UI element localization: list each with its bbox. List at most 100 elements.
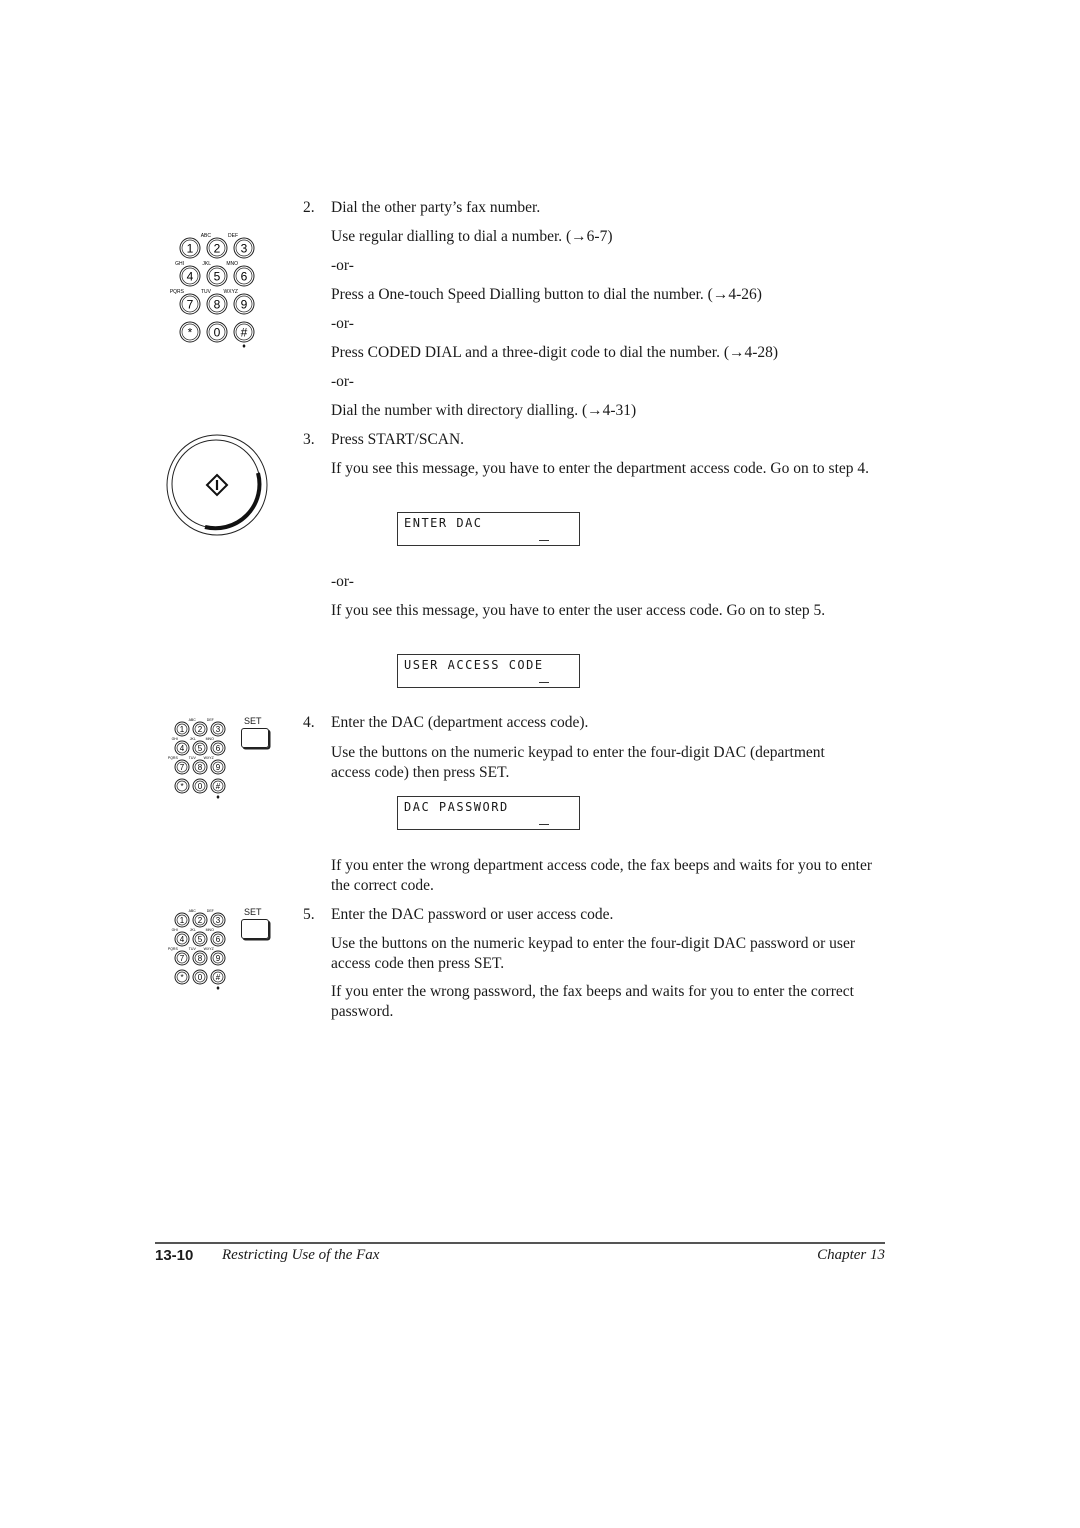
key-label: 8 — [214, 297, 221, 311]
key-label: 0 — [198, 973, 203, 982]
keypad-key-hash: # — [233, 321, 255, 343]
key-label: 1 — [180, 916, 185, 925]
keypad-illustration-small-2: 1 2ABC3DEF4GHI5JKL6MNO7PQRS8TUV9WXYZ* 0 # — [168, 909, 226, 990]
lcd-display: USER ACCESS CODE — [397, 654, 580, 688]
key-letters: WXYZ — [204, 756, 215, 760]
lcd-cursor — [539, 682, 549, 683]
key-label: 3 — [216, 916, 221, 925]
keypad-key-9: 9WXYZ — [224, 289, 255, 315]
paragraph: Press a One-touch Speed Dialling button … — [331, 286, 762, 303]
key-label: # — [216, 973, 221, 982]
keypad-key-6: 6MNO — [206, 928, 226, 947]
keypad-key-hash: # — [210, 778, 226, 794]
lcd-cursor — [539, 540, 549, 541]
key-label: 9 — [216, 954, 221, 963]
keypad-key-4: 4GHI — [172, 737, 190, 756]
key-label: 2 — [214, 241, 221, 255]
or-separator: -or- — [331, 315, 354, 332]
key-label: 4 — [180, 935, 185, 944]
key-label: 9 — [241, 297, 248, 311]
key-label: 2 — [198, 916, 203, 925]
key-letters: PQRS — [168, 947, 179, 951]
key-label: 7 — [180, 954, 185, 963]
key-letters: TUV — [201, 289, 212, 295]
paragraph: Dial the number with directory dialling.… — [331, 402, 637, 419]
chapter-label: Chapter 13 — [817, 1247, 885, 1263]
key-label: 0 — [214, 325, 221, 339]
keypad-key-6: 6MNO — [226, 261, 255, 287]
key-letters: DEF — [207, 718, 214, 722]
key-letters: TUV — [189, 947, 197, 951]
keypad-key-2: 2ABC — [189, 718, 208, 737]
key-letters: MNO — [206, 737, 214, 741]
lcd-text: DAC PASSWORD — [404, 800, 509, 814]
start-diamond-icon — [205, 473, 229, 497]
key-label: 0 — [198, 782, 203, 791]
key-label: 9 — [216, 763, 221, 772]
key-label: 3 — [241, 241, 248, 255]
set-button-illustration — [241, 919, 269, 939]
key-letters: DEF — [207, 909, 214, 913]
keypad-key-star: * — [174, 778, 190, 794]
set-label: SET — [244, 716, 262, 726]
key-label: 8 — [198, 954, 203, 963]
key-letters: JKL — [190, 737, 196, 741]
keypad-key-7: 7PQRS — [168, 947, 190, 966]
set-button-illustration — [241, 728, 269, 748]
key-letters: TUV — [189, 756, 197, 760]
keypad-key-1: 1 — [174, 721, 190, 737]
keypad-illustration-large: 1 2ABC3DEF4GHI5JKL6MNO7PQRS8TUV9WXYZ* 0 # — [170, 233, 255, 348]
step-title: Enter the DAC (department access code). — [331, 714, 589, 731]
keypad-key-5: 5JKL — [202, 261, 228, 287]
step-number: 3. — [303, 431, 315, 448]
key-label: 3 — [216, 725, 221, 734]
keypad-key-1: 1 — [174, 912, 190, 928]
keypad-key-5: 5JKL — [190, 737, 208, 756]
set-label: SET — [244, 907, 262, 917]
key-letters: GHI — [172, 737, 178, 741]
keypad-key-0: 0 — [192, 969, 208, 985]
step-number: 4. — [303, 714, 315, 731]
lcd-display: ENTER DAC — [397, 512, 580, 546]
key-label: 1 — [180, 725, 185, 734]
keypad-illustration-small-1: 1 2ABC3DEF4GHI5JKL6MNO7PQRS8TUV9WXYZ* 0 # — [168, 718, 226, 799]
key-label: 4 — [187, 269, 194, 283]
key-label: * — [188, 325, 193, 339]
keypad-key-3: 3DEF — [207, 909, 226, 928]
key-label: 2 — [198, 725, 203, 734]
keypad-key-6: 6MNO — [206, 737, 226, 756]
or-separator: -or- — [331, 373, 354, 390]
keypad-key-4: 4GHI — [172, 928, 190, 947]
keypad-key-5: 5JKL — [190, 928, 208, 947]
step-title: Enter the DAC password or user access co… — [331, 906, 614, 923]
keypad-key-4: 4GHI — [175, 261, 201, 287]
or-separator: -or- — [331, 257, 354, 274]
keypad-key-2: 2ABC — [201, 233, 228, 259]
keypad-key-3: 3DEF — [228, 233, 255, 259]
keypad-key-2: 2ABC — [189, 909, 208, 928]
section-title: Restricting Use of the Fax — [222, 1247, 380, 1263]
key-letters: ABC — [201, 233, 212, 239]
keypad-key-7: 7PQRS — [170, 289, 201, 315]
paragraph: Press CODED DIAL and a three-digit code … — [331, 344, 779, 361]
key-letters: WXYZ — [204, 947, 215, 951]
lcd-text: USER ACCESS CODE — [404, 658, 544, 672]
key-label: 7 — [180, 763, 185, 772]
keypad-key-hash: # — [210, 969, 226, 985]
step-title: Press START/SCAN. — [331, 431, 465, 448]
diamond-mark-icon — [216, 986, 220, 990]
step-title: Dial the other party’s fax number. — [331, 199, 541, 216]
key-label: 6 — [216, 744, 221, 753]
keypad-key-3: 3DEF — [207, 718, 226, 737]
key-letters: WXYZ — [224, 289, 238, 295]
key-label: * — [180, 782, 183, 791]
paragraph: If you enter the wrong password, the fax… — [331, 983, 854, 1020]
key-letters: ABC — [189, 909, 197, 913]
diamond-mark-icon — [216, 795, 220, 799]
key-label: 5 — [198, 744, 203, 753]
start-scan-button-illustration — [166, 434, 268, 536]
key-label: 7 — [187, 297, 194, 311]
key-label: 6 — [241, 269, 248, 283]
key-label: 4 — [180, 744, 185, 753]
key-label: 5 — [198, 935, 203, 944]
